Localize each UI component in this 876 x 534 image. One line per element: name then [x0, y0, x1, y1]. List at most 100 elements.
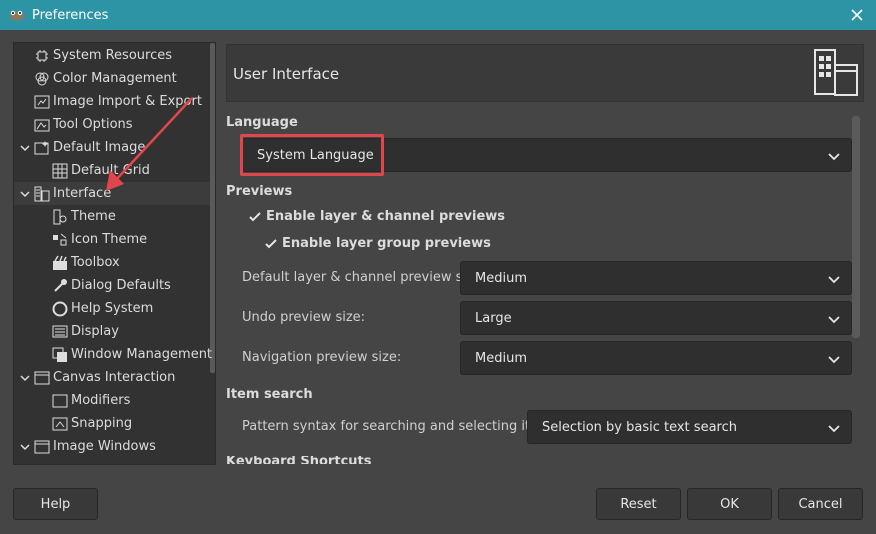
- tree-item-icon-theme[interactable]: Icon Theme: [52, 228, 147, 251]
- tree-item-tool-options[interactable]: Tool Options: [34, 113, 133, 136]
- canvas-icon: [34, 371, 50, 384]
- tree-item-window-management[interactable]: Window Management: [52, 343, 212, 366]
- grid-icon: [52, 163, 68, 178]
- page-title: User Interface: [233, 65, 340, 83]
- preferences-tree[interactable]: System Resources Color Management Image …: [13, 42, 216, 465]
- tree-item-canvas-interaction[interactable]: Canvas Interaction: [18, 366, 175, 389]
- previews-heading: Previews: [226, 184, 293, 199]
- tree-item-label: Tool Options: [53, 117, 133, 132]
- icon-theme-icon: [53, 233, 67, 245]
- navigation-preview-size-value: Medium: [475, 350, 527, 366]
- cancel-button[interactable]: Cancel: [778, 488, 863, 520]
- enable-group-previews-checkbox[interactable]: Enable layer group previews: [264, 236, 491, 251]
- tree-item-dialog-defaults[interactable]: Dialog Defaults: [52, 274, 171, 297]
- chevron-down-icon: [828, 316, 840, 324]
- tree-item-toolbox[interactable]: Toolbox: [52, 251, 120, 274]
- tree-item-label: Display: [71, 324, 119, 339]
- tree-item-label: Interface: [53, 186, 112, 201]
- tree-item-display[interactable]: Display: [52, 320, 119, 343]
- checkmark-icon: [249, 211, 261, 221]
- tree-item-color-management[interactable]: Color Management: [34, 67, 177, 90]
- enable-group-previews-label: Enable layer group previews: [282, 236, 491, 251]
- chevron-down-icon: [828, 276, 840, 284]
- pattern-syntax-select[interactable]: Selection by basic text search: [527, 410, 852, 444]
- tree-item-label: Window Management: [71, 347, 213, 362]
- tree-item-help-system[interactable]: Help System: [52, 297, 153, 320]
- chip-icon: [36, 49, 48, 62]
- chevron-down-icon: [828, 153, 840, 161]
- display-icon: [52, 325, 68, 337]
- tree-item-label: Theme: [71, 209, 116, 224]
- undo-preview-size-select[interactable]: Large: [460, 301, 852, 335]
- ok-button[interactable]: OK: [687, 488, 772, 520]
- settings-scrollbar[interactable]: [852, 116, 860, 338]
- window-title: Preferences: [32, 7, 109, 23]
- tool-options-icon: [34, 119, 50, 131]
- window-management-icon: [52, 347, 67, 362]
- checkmark-icon: [265, 238, 277, 248]
- expander-icon[interactable]: [18, 141, 32, 155]
- gimp-icon: [10, 10, 24, 21]
- pattern-syntax-value: Selection by basic text search: [542, 419, 737, 435]
- close-button[interactable]: [846, 4, 868, 26]
- chevron-down-icon: [828, 425, 840, 433]
- language-heading: Language: [226, 115, 298, 130]
- tree-item-label: Icon Theme: [71, 232, 148, 247]
- tree-item-label: Snapping: [71, 416, 133, 431]
- expander-icon[interactable]: [18, 440, 32, 454]
- lifebuoy-icon: [52, 301, 68, 316]
- default-preview-size-label: Default layer & channel preview size:: [242, 270, 486, 285]
- default-preview-size-value: Medium: [475, 270, 527, 286]
- interface-icon: [34, 186, 50, 201]
- annotation-highlight-box: [240, 134, 384, 176]
- snapping-icon: [52, 417, 68, 430]
- tree-scrollbar[interactable]: [210, 43, 215, 373]
- tree-item-label: Default Image: [53, 140, 146, 155]
- tree-item-image-windows[interactable]: Image Windows: [18, 435, 156, 458]
- undo-preview-size-label: Undo preview size:: [242, 310, 366, 325]
- import-export-icon: [34, 95, 50, 108]
- navigation-preview-size-select[interactable]: Medium: [460, 341, 852, 375]
- default-image-icon: [34, 140, 49, 154]
- reset-button[interactable]: Reset: [596, 488, 681, 520]
- enable-layer-previews-label: Enable layer & channel previews: [266, 209, 506, 224]
- tree-item-label: Help System: [71, 301, 154, 316]
- tree-item-default-grid[interactable]: Default Grid: [52, 159, 150, 182]
- tree-item-default-image[interactable]: Default Image: [18, 136, 145, 159]
- tree-item-label: System Resources: [53, 48, 172, 63]
- pattern-syntax-label: Pattern syntax for searching and selecti…: [242, 419, 562, 434]
- toolbox-icon: [53, 255, 67, 270]
- expander-icon[interactable]: [18, 371, 32, 385]
- close-icon: [851, 9, 863, 21]
- page-header: User Interface: [226, 44, 864, 102]
- help-button[interactable]: Help: [13, 488, 98, 520]
- tree-item-label: Image Windows: [53, 439, 156, 454]
- tree-item-theme[interactable]: Theme: [52, 205, 116, 228]
- tree-item-modifiers[interactable]: Modifiers: [52, 389, 130, 412]
- tree-item-interface[interactable]: Interface: [14, 182, 210, 205]
- tree-item-label: Default Grid: [71, 163, 150, 178]
- dialog-defaults-icon: [54, 278, 67, 292]
- interface-large-icon: [814, 49, 858, 96]
- tree-item-label: Canvas Interaction: [53, 370, 176, 385]
- tree-item-label: Modifiers: [71, 393, 131, 408]
- title-bar: Preferences: [0, 0, 876, 30]
- chevron-down-icon: [828, 356, 840, 364]
- image-windows-icon: [34, 440, 50, 453]
- tree-item-system-resources[interactable]: System Resources: [34, 44, 172, 67]
- navigation-preview-size-label: Navigation preview size:: [242, 350, 402, 365]
- tree-item-snapping[interactable]: Snapping: [52, 412, 132, 435]
- tree-item-label: Image Import & Export: [53, 94, 202, 109]
- modifiers-icon: [52, 394, 68, 407]
- tree-item-label: Color Management: [53, 71, 177, 86]
- default-preview-size-select[interactable]: Medium: [460, 261, 852, 295]
- keyboard-shortcuts-heading: Keyboard Shortcuts: [226, 456, 372, 464]
- enable-layer-previews-checkbox[interactable]: Enable layer & channel previews: [248, 209, 505, 224]
- color-circles-icon: [35, 72, 49, 85]
- expander-icon[interactable]: [18, 187, 32, 201]
- theme-icon: [53, 209, 67, 224]
- undo-preview-size-value: Large: [475, 310, 512, 326]
- tree-item-label: Dialog Defaults: [71, 278, 171, 293]
- tree-item-image-import-export[interactable]: Image Import & Export: [34, 90, 202, 113]
- tree-item-label: Toolbox: [71, 255, 120, 270]
